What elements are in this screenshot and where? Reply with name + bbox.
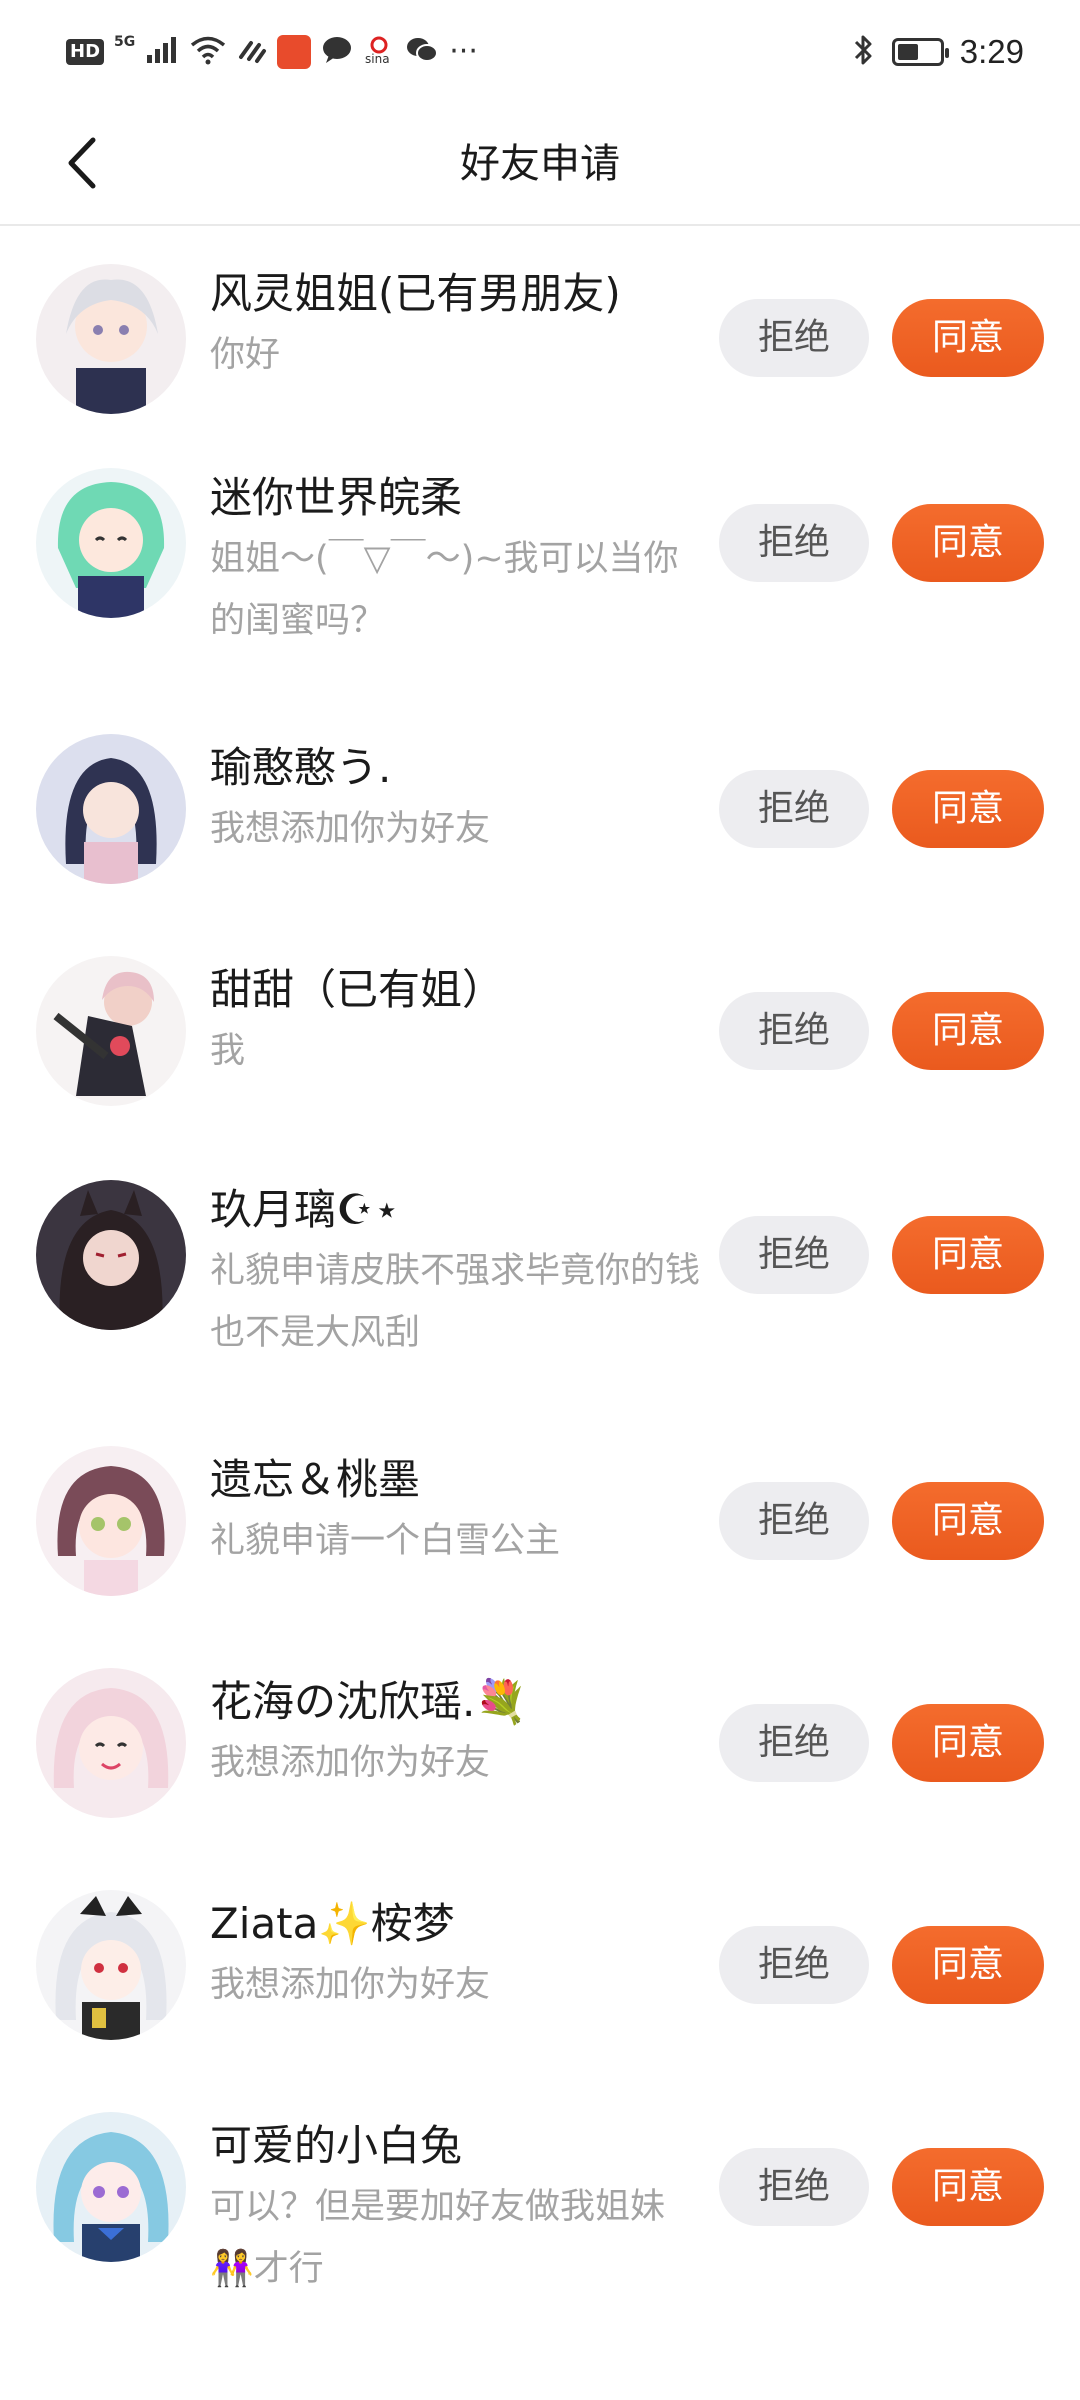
request-message: 我想添加你为好友 xyxy=(210,1965,491,2005)
avatar[interactable] xyxy=(36,1668,186,1818)
list-item: Ziata✨桉梦 我想添加你为好友 拒绝 同意 xyxy=(0,1872,1080,2094)
request-text: Ziata✨桉梦 我想添加你为好友 xyxy=(210,1894,700,2016)
list-item: 风灵姐姐(已有男朋友) 你好 拒绝 同意 xyxy=(0,226,1080,448)
accept-button[interactable]: 同意 xyxy=(892,1482,1044,1560)
list-item: 遗忘＆桃墨 礼貌申请一个白雪公主 拒绝 同意 xyxy=(0,1428,1080,1650)
request-text: 风灵姐姐(已有男朋友) 你好 xyxy=(210,264,700,386)
svg-text:sina: sina xyxy=(365,52,390,65)
list-item: 甜甜（已有姐） 我 拒绝 同意 xyxy=(0,938,1080,1160)
list-item: 玖月璃☪⋆ 礼貌申请皮肤不强求毕竟你的钱也不是大风刮 拒绝 同意 xyxy=(0,1160,1080,1428)
avatar[interactable] xyxy=(36,734,186,884)
wechat-icon xyxy=(405,35,439,69)
requester-name: 风灵姐姐(已有男朋友) xyxy=(210,269,621,318)
avatar[interactable] xyxy=(36,1890,186,2040)
accept-button[interactable]: 同意 xyxy=(892,770,1044,848)
reject-button[interactable]: 拒绝 xyxy=(719,992,869,1070)
reject-button[interactable]: 拒绝 xyxy=(719,1482,869,1560)
list-item: 可爱的小白兔 可以？但是要加好友做我姐妹👭才行 拒绝 同意 xyxy=(0,2094,1080,2362)
more-icon: ··· xyxy=(449,34,478,69)
wifi-icon xyxy=(189,35,227,69)
reject-button[interactable]: 拒绝 xyxy=(719,770,869,848)
accept-button[interactable]: 同意 xyxy=(892,2148,1044,2226)
reject-button[interactable]: 拒绝 xyxy=(719,1704,869,1782)
accept-button[interactable]: 同意 xyxy=(892,1926,1044,2004)
avatar[interactable] xyxy=(36,1446,186,1596)
reject-button[interactable]: 拒绝 xyxy=(719,1926,869,2004)
reject-button[interactable]: 拒绝 xyxy=(719,1216,869,1294)
requester-name: 迷你世界皖柔 xyxy=(210,473,463,522)
requester-name: 可爱的小白兔 xyxy=(210,2121,463,2170)
message-icon xyxy=(321,35,353,69)
list-item: 花海の沈欣瑶.💐 我想添加你为好友 拒绝 同意 xyxy=(0,1650,1080,1872)
accept-button[interactable]: 同意 xyxy=(892,1216,1044,1294)
request-message: 你好 xyxy=(210,335,281,375)
request-text: 甜甜（已有姐） 我 xyxy=(210,960,700,1082)
avatar[interactable] xyxy=(36,1180,186,1330)
avatar[interactable] xyxy=(36,2112,186,2262)
nfc-icon xyxy=(237,35,267,69)
status-bar: HD 5G sina ··· 3:29 xyxy=(0,0,1080,104)
requester-name: 遗忘＆桃墨 xyxy=(210,1455,421,1504)
page-title: 好友申请 xyxy=(460,141,620,187)
reject-button[interactable]: 拒绝 xyxy=(719,504,869,582)
request-text: 玖月璃☪⋆ 礼貌申请皮肤不强求毕竟你的钱也不是大风刮 xyxy=(210,1180,700,1364)
list-item: 迷你世界皖柔 姐姐～(￣▽￣～)~我可以当你的闺蜜吗？ 拒绝 同意 xyxy=(0,448,1080,716)
accept-button[interactable]: 同意 xyxy=(892,504,1044,582)
accept-button[interactable]: 同意 xyxy=(892,299,1044,377)
status-right: 3:29 xyxy=(852,30,1024,74)
request-message: 我 xyxy=(210,1031,246,1071)
bluetooth-icon xyxy=(852,33,876,71)
avatar[interactable] xyxy=(36,956,186,1106)
avatar[interactable] xyxy=(36,468,186,618)
nav-header: 好友申请 xyxy=(0,104,1080,226)
request-message: 礼貌申请一个白雪公主 xyxy=(210,1521,561,1561)
accept-button[interactable]: 同意 xyxy=(892,992,1044,1070)
network-type: 5G xyxy=(114,34,136,50)
requester-name: 玖月璃☪⋆ xyxy=(210,1185,400,1234)
avatar[interactable] xyxy=(36,264,186,414)
request-text: 遗忘＆桃墨 礼貌申请一个白雪公主 xyxy=(210,1450,700,1572)
friend-request-list: 风灵姐姐(已有男朋友) 你好 拒绝 同意 迷你世界皖柔 姐姐～(￣▽￣～)~我可… xyxy=(0,226,1080,2362)
request-text: 瑜憨憨う. 我想添加你为好友 xyxy=(210,738,700,860)
app-icon xyxy=(277,35,312,69)
request-message: 礼貌申请皮肤不强求毕竟你的钱也不是大风刮 xyxy=(210,1251,701,1353)
reject-button[interactable]: 拒绝 xyxy=(719,299,869,377)
accept-button[interactable]: 同意 xyxy=(892,1704,1044,1782)
request-message: 我想添加你为好友 xyxy=(210,809,491,849)
request-message: 姐姐～(￣▽￣～)~我可以当你的闺蜜吗？ xyxy=(210,539,679,641)
clock: 3:29 xyxy=(959,33,1024,70)
battery-icon xyxy=(891,38,949,66)
requester-name: 甜甜（已有姐） xyxy=(210,965,505,1014)
requester-name: 花海の沈欣瑶.💐 xyxy=(210,1677,528,1726)
signal-icon xyxy=(145,35,179,69)
list-item: 瑜憨憨う. 我想添加你为好友 拒绝 同意 xyxy=(0,716,1080,938)
request-text: 迷你世界皖柔 姐姐～(￣▽￣～)~我可以当你的闺蜜吗？ xyxy=(210,468,700,652)
requester-name: 瑜憨憨う. xyxy=(210,743,392,792)
reject-button[interactable]: 拒绝 xyxy=(719,2148,869,2226)
hd-badge: HD xyxy=(66,39,105,65)
requester-name: Ziata✨桉梦 xyxy=(210,1899,455,1948)
request-message: 可以？但是要加好友做我姐妹👭才行 xyxy=(210,2187,666,2289)
sina-icon: sina xyxy=(363,35,395,69)
request-text: 花海の沈欣瑶.💐 我想添加你为好友 xyxy=(210,1672,700,1794)
request-text: 可爱的小白兔 可以？但是要加好友做我姐妹👭才行 xyxy=(210,2116,700,2300)
request-message: 我想添加你为好友 xyxy=(210,1743,491,1783)
status-left: HD 5G sina ··· xyxy=(66,30,478,74)
